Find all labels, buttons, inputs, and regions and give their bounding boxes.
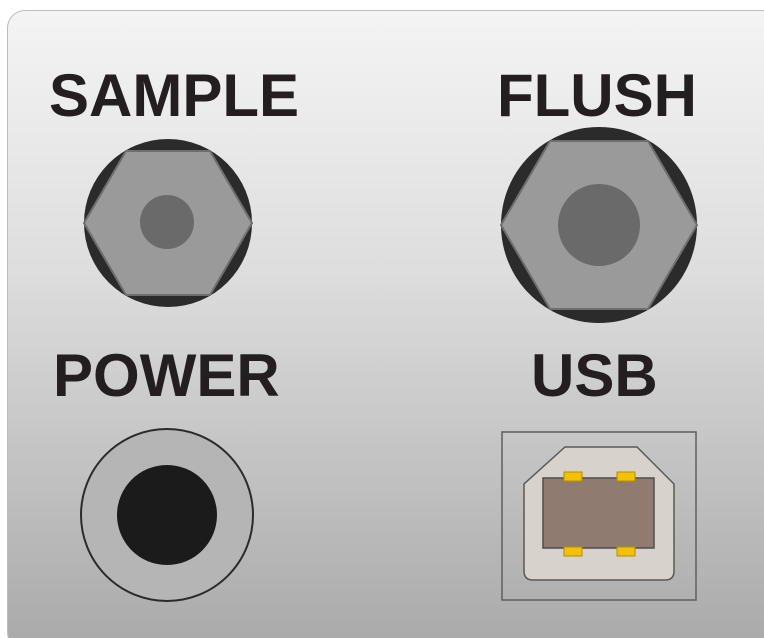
usb-port[interactable] [501,431,697,601]
power-port[interactable] [80,428,254,602]
usb-pin [563,546,583,557]
sample-port-center [140,195,194,249]
power-jack-hole [117,465,217,565]
sample-port[interactable] [82,139,254,307]
usb-socket [542,477,655,549]
usb-pin [616,471,636,482]
usb-pin [616,546,636,557]
flush-port-center [558,184,640,266]
ports-layer [80,127,699,602]
flush-port[interactable] [499,127,699,323]
usb-pin [563,471,583,482]
